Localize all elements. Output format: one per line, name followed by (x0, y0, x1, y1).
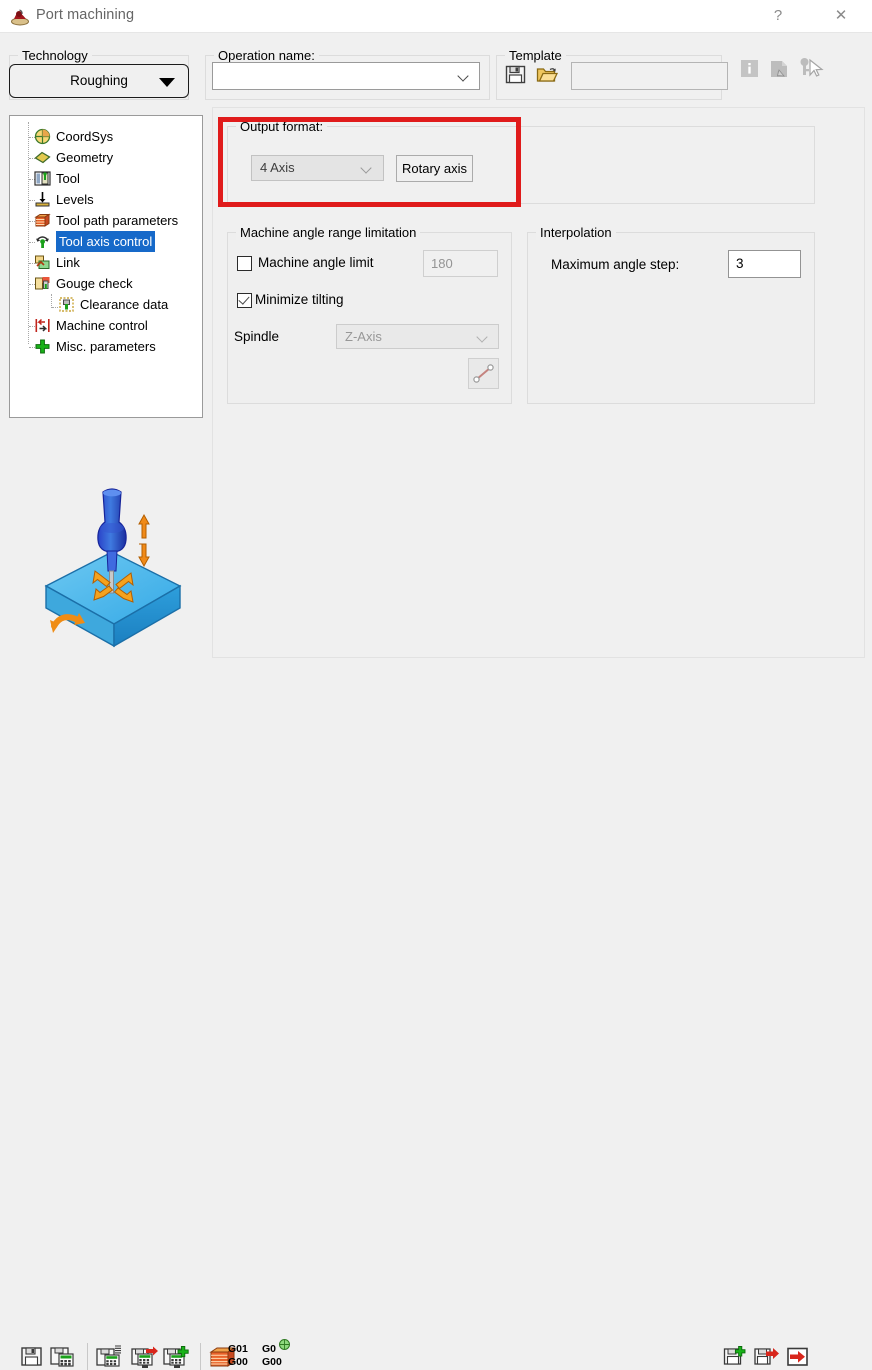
info-icon[interactable] (741, 60, 758, 77)
machine-angle-range-group-label: Machine angle range limitation (236, 225, 421, 240)
interpolation-group-label: Interpolation (536, 225, 616, 240)
tree-item-label: CoordSys (56, 129, 114, 144)
coordsys-icon (34, 128, 51, 145)
tree-spine (28, 122, 29, 344)
gouge-check-icon (34, 275, 51, 292)
save-list-icon[interactable] (96, 1345, 121, 1368)
misc-parameters-icon (34, 338, 51, 355)
save-template-icon[interactable] (505, 64, 526, 85)
tool-icon (34, 170, 51, 187)
highlight-annotation (218, 117, 521, 207)
tree-item-label: Clearance data (80, 297, 169, 312)
clearance-data-icon (58, 296, 75, 313)
help-button[interactable]: ? (755, 0, 801, 32)
machine-angle-limit-input[interactable]: 180 (423, 250, 498, 277)
tree-child-spine (51, 294, 52, 308)
save-monitor-green-plus-icon[interactable] (163, 1345, 189, 1368)
window-title: Port machining (36, 7, 135, 23)
toolpath-icon (34, 212, 51, 229)
technology-combo[interactable]: Roughing (9, 64, 189, 98)
operation-name-group-label: Operation name: (214, 48, 319, 63)
maximum-angle-step-input[interactable]: 3 (728, 250, 801, 278)
maximum-angle-step-label: Maximum angle step: (551, 257, 680, 272)
levels-icon (34, 191, 51, 208)
save-red-arrow-icon[interactable] (754, 1345, 779, 1368)
machine-control-icon (34, 317, 51, 334)
green-circle-icon (279, 1339, 290, 1350)
toolbar-separator (87, 1343, 88, 1370)
measure-icon (469, 359, 498, 388)
tree-item-label: Tool path parameters (56, 213, 179, 228)
bottom-toolbar: G01 G00 G0 G00 (0, 667, 872, 1370)
geometry-icon (34, 149, 51, 166)
machine-angle-limit-label: Machine angle limit (258, 255, 374, 270)
tree-item-label: Tool (56, 171, 80, 186)
g-code-label-2[interactable]: G0 G00 (262, 1339, 290, 1369)
g-code-label-1[interactable]: G01 G00 (228, 1343, 248, 1369)
g-code-top: G0 (262, 1343, 277, 1355)
port-machining-icon (10, 7, 30, 26)
port-machining-illustration (38, 478, 188, 648)
measure-button[interactable] (468, 358, 499, 389)
minimize-tilting-checkbox[interactable] (237, 293, 252, 308)
g-code-bottom: G00 (228, 1356, 248, 1368)
template-group-label: Template (505, 48, 566, 63)
spindle-value: Z-Axis (345, 329, 382, 344)
open-template-icon[interactable] (536, 64, 559, 85)
tree-item-label: Levels (56, 192, 94, 207)
tree-item-label: Link (56, 255, 80, 270)
spindle-combo[interactable]: Z-Axis (336, 324, 499, 349)
tool-axis-icon (34, 233, 51, 250)
check-icon (238, 293, 250, 305)
operation-name-input[interactable] (213, 63, 453, 89)
technology-combo-value: Roughing (70, 73, 128, 88)
chevron-down-icon (159, 78, 175, 87)
tree-item-label: Tool axis control (56, 231, 156, 252)
document-icon[interactable] (768, 58, 790, 80)
tree-item-label: Machine control (56, 318, 148, 333)
minimize-tilting-label: Minimize tilting (255, 292, 344, 307)
machine-angle-limit-checkbox[interactable] (237, 256, 252, 271)
tree-item-label: Gouge check (56, 276, 133, 291)
chevron-down-icon (478, 332, 489, 343)
spindle-label: Spindle (234, 329, 280, 344)
tree-item-label: Geometry (56, 150, 114, 165)
save-green-plus-icon[interactable] (723, 1345, 746, 1368)
toolbar-separator (200, 1343, 201, 1370)
save-monitor-red-arrow-icon[interactable] (131, 1345, 158, 1368)
close-button[interactable]: ✕ (818, 0, 864, 32)
template-field[interactable] (571, 62, 728, 90)
link-icon (34, 254, 51, 271)
save-icon[interactable] (20, 1345, 43, 1368)
g-code-bottom: G00 (262, 1356, 282, 1368)
g-code-top: G01 (228, 1343, 248, 1355)
technology-group-label: Technology (18, 48, 92, 63)
key-cursor-icon[interactable] (798, 56, 824, 82)
save-calculator-icon[interactable] (50, 1345, 74, 1368)
exit-red-arrow-icon[interactable] (786, 1345, 809, 1368)
chevron-down-icon[interactable] (459, 71, 470, 82)
tree-item-label: Misc. parameters (56, 339, 156, 354)
operation-name-combo[interactable] (212, 62, 480, 90)
navigation-tree[interactable]: CoordSys Geometry Tool Levels Tool path … (9, 115, 203, 418)
title-bar: Port machining ? ✕ (0, 0, 872, 33)
